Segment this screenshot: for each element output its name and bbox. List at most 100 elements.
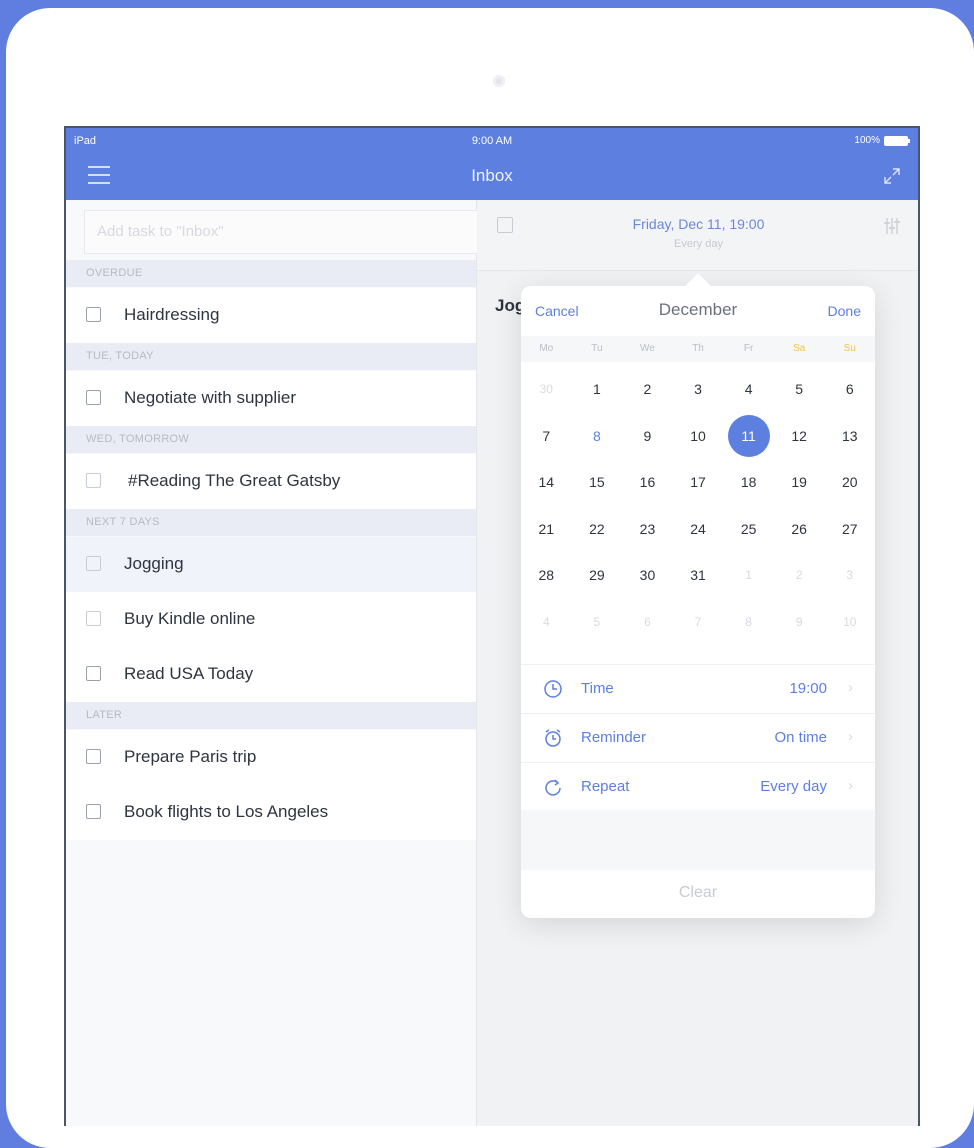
calendar-day[interactable]: 24 bbox=[673, 506, 724, 553]
weekday-label: We bbox=[640, 343, 655, 354]
calendar-day-number: 11 bbox=[727, 414, 770, 457]
done-button[interactable]: Done bbox=[828, 303, 861, 319]
calendar-day[interactable]: 4 bbox=[521, 599, 572, 646]
calendar-day[interactable]: 15 bbox=[572, 459, 623, 506]
detail-header: Friday, Dec 11, 19:00 Every day bbox=[477, 200, 918, 271]
calendar-day[interactable]: 12 bbox=[774, 413, 825, 460]
task-checkbox[interactable] bbox=[86, 473, 101, 488]
task-row[interactable]: Read USA Today bbox=[66, 647, 476, 702]
calendar-day[interactable]: 7 bbox=[521, 413, 572, 460]
calendar-day[interactable]: 2 bbox=[622, 366, 673, 413]
option-time[interactable]: Time 19:00 › bbox=[521, 664, 875, 713]
calendar-day-number: 30 bbox=[539, 382, 553, 397]
expand-icon[interactable] bbox=[882, 166, 902, 186]
calendar-day[interactable]: 26 bbox=[774, 506, 825, 553]
calendar-day-number: 8 bbox=[592, 427, 601, 444]
calendar-week-row: 28 29 30 31 1 2 3 bbox=[521, 552, 875, 599]
calendar-day-number: 26 bbox=[791, 520, 807, 537]
task-row[interactable]: Jogging bbox=[66, 537, 476, 592]
top-bar: iPad 9:00 AM 100% Inbox bbox=[66, 128, 918, 200]
task-row[interactable]: Hairdressing bbox=[66, 288, 476, 343]
status-battery: 100% bbox=[854, 135, 910, 146]
calendar-week-row: 7 8 9 10 11 12 13 bbox=[521, 413, 875, 460]
chevron-right-icon: › bbox=[848, 679, 853, 696]
task-row[interactable]: Negotiate with supplier bbox=[66, 371, 476, 426]
calendar-day-number: 3 bbox=[846, 568, 854, 583]
calendar-day[interactable]: 6 bbox=[824, 366, 875, 413]
calendar-day[interactable]: 29 bbox=[572, 552, 623, 599]
calendar-day-number: 23 bbox=[639, 520, 656, 537]
calendar-day[interactable]: 21 bbox=[521, 506, 572, 553]
task-row[interactable]: Prepare Paris trip bbox=[66, 730, 476, 785]
calendar-day[interactable]: 27 bbox=[824, 506, 875, 553]
calendar-day[interactable]: 30 bbox=[622, 552, 673, 599]
calendar-day-number: 12 bbox=[791, 427, 807, 444]
sliders-icon[interactable] bbox=[882, 216, 902, 236]
date-picker-popover: Cancel December Done Mo Tu We Th Fr Sa Su 30 1 2… bbox=[521, 286, 875, 918]
calendar-day[interactable]: 3 bbox=[673, 366, 724, 413]
calendar-day[interactable]: 4 bbox=[723, 366, 774, 413]
chevron-right-icon: › bbox=[848, 728, 853, 745]
calendar-day[interactable]: 8 bbox=[723, 599, 774, 646]
calendar-day[interactable]: 7 bbox=[673, 599, 724, 646]
calendar-day-number: 2 bbox=[795, 568, 803, 583]
task-label: #Reading The Great Gatsby bbox=[128, 471, 341, 490]
calendar-day[interactable]: 25 bbox=[723, 506, 774, 553]
task-row[interactable]: Buy Kindle online bbox=[66, 592, 476, 647]
task-checkbox[interactable] bbox=[86, 556, 101, 571]
task-checkbox[interactable] bbox=[86, 749, 101, 764]
weekday-header: Mo Tu We Th Fr Sa Su bbox=[521, 336, 875, 362]
calendar-day[interactable]: 11 bbox=[723, 413, 774, 460]
add-task-input[interactable]: Add task to "Inbox" bbox=[84, 210, 478, 254]
calendar-day[interactable]: 20 bbox=[824, 459, 875, 506]
calendar-day[interactable]: 10 bbox=[824, 599, 875, 646]
due-date-label[interactable]: Friday, Dec 11, 19:00 bbox=[477, 216, 918, 232]
task-row[interactable]: #Reading The Great Gatsby bbox=[66, 454, 476, 509]
calendar-day[interactable]: 28 bbox=[521, 552, 572, 599]
calendar-day[interactable]: 8 bbox=[572, 413, 623, 460]
task-label: Jogging bbox=[124, 554, 184, 573]
calendar-day[interactable]: 14 bbox=[521, 459, 572, 506]
calendar-day[interactable]: 30 bbox=[521, 366, 572, 413]
task-checkbox[interactable] bbox=[86, 307, 101, 322]
task-checkbox[interactable] bbox=[86, 666, 101, 681]
calendar-day[interactable]: 2 bbox=[774, 552, 825, 599]
calendar-day[interactable]: 19 bbox=[774, 459, 825, 506]
section-header: WED, TOMORROW bbox=[66, 426, 476, 453]
calendar-day-number: 4 bbox=[542, 614, 550, 629]
calendar-day[interactable]: 5 bbox=[572, 599, 623, 646]
weekday-label: Th bbox=[692, 343, 704, 354]
calendar-day[interactable]: 13 bbox=[824, 413, 875, 460]
clear-button[interactable]: Clear bbox=[521, 884, 875, 902]
calendar-day[interactable]: 1 bbox=[723, 552, 774, 599]
task-checkbox[interactable] bbox=[86, 390, 101, 405]
calendar-week-row: 30 1 2 3 4 5 6 bbox=[521, 366, 875, 413]
task-row[interactable]: Book flights to Los Angeles bbox=[66, 785, 476, 840]
calendar-day[interactable]: 31 bbox=[673, 552, 724, 599]
task-label: Read USA Today bbox=[124, 664, 254, 683]
calendar-day-number: 25 bbox=[740, 520, 757, 537]
task-label: Buy Kindle online bbox=[124, 609, 256, 628]
calendar-day[interactable]: 18 bbox=[723, 459, 774, 506]
calendar-day[interactable]: 10 bbox=[673, 413, 724, 460]
calendar-day[interactable]: 22 bbox=[572, 506, 623, 553]
chevron-right-icon: › bbox=[848, 777, 853, 794]
calendar-day[interactable]: 9 bbox=[774, 599, 825, 646]
calendar-day[interactable]: 5 bbox=[774, 366, 825, 413]
calendar-day-number: 14 bbox=[538, 474, 555, 491]
calendar-day-number: 1 bbox=[745, 568, 752, 583]
calendar-day[interactable]: 9 bbox=[622, 413, 673, 460]
option-reminder[interactable]: Reminder On time › bbox=[521, 713, 875, 762]
calendar-day[interactable]: 16 bbox=[622, 459, 673, 506]
option-repeat[interactable]: Repeat Every day › bbox=[521, 762, 875, 811]
task-checkbox[interactable] bbox=[86, 804, 101, 819]
popover-spacer bbox=[521, 810, 875, 870]
calendar-day[interactable]: 17 bbox=[673, 459, 724, 506]
calendar-day-number: 29 bbox=[589, 567, 605, 584]
calendar-day[interactable]: 23 bbox=[622, 506, 673, 553]
calendar-day[interactable]: 6 bbox=[622, 599, 673, 646]
calendar-day[interactable]: 1 bbox=[572, 366, 623, 413]
calendar-day[interactable]: 3 bbox=[824, 552, 875, 599]
task-checkbox[interactable] bbox=[86, 611, 101, 626]
battery-percent: 100% bbox=[854, 135, 880, 146]
